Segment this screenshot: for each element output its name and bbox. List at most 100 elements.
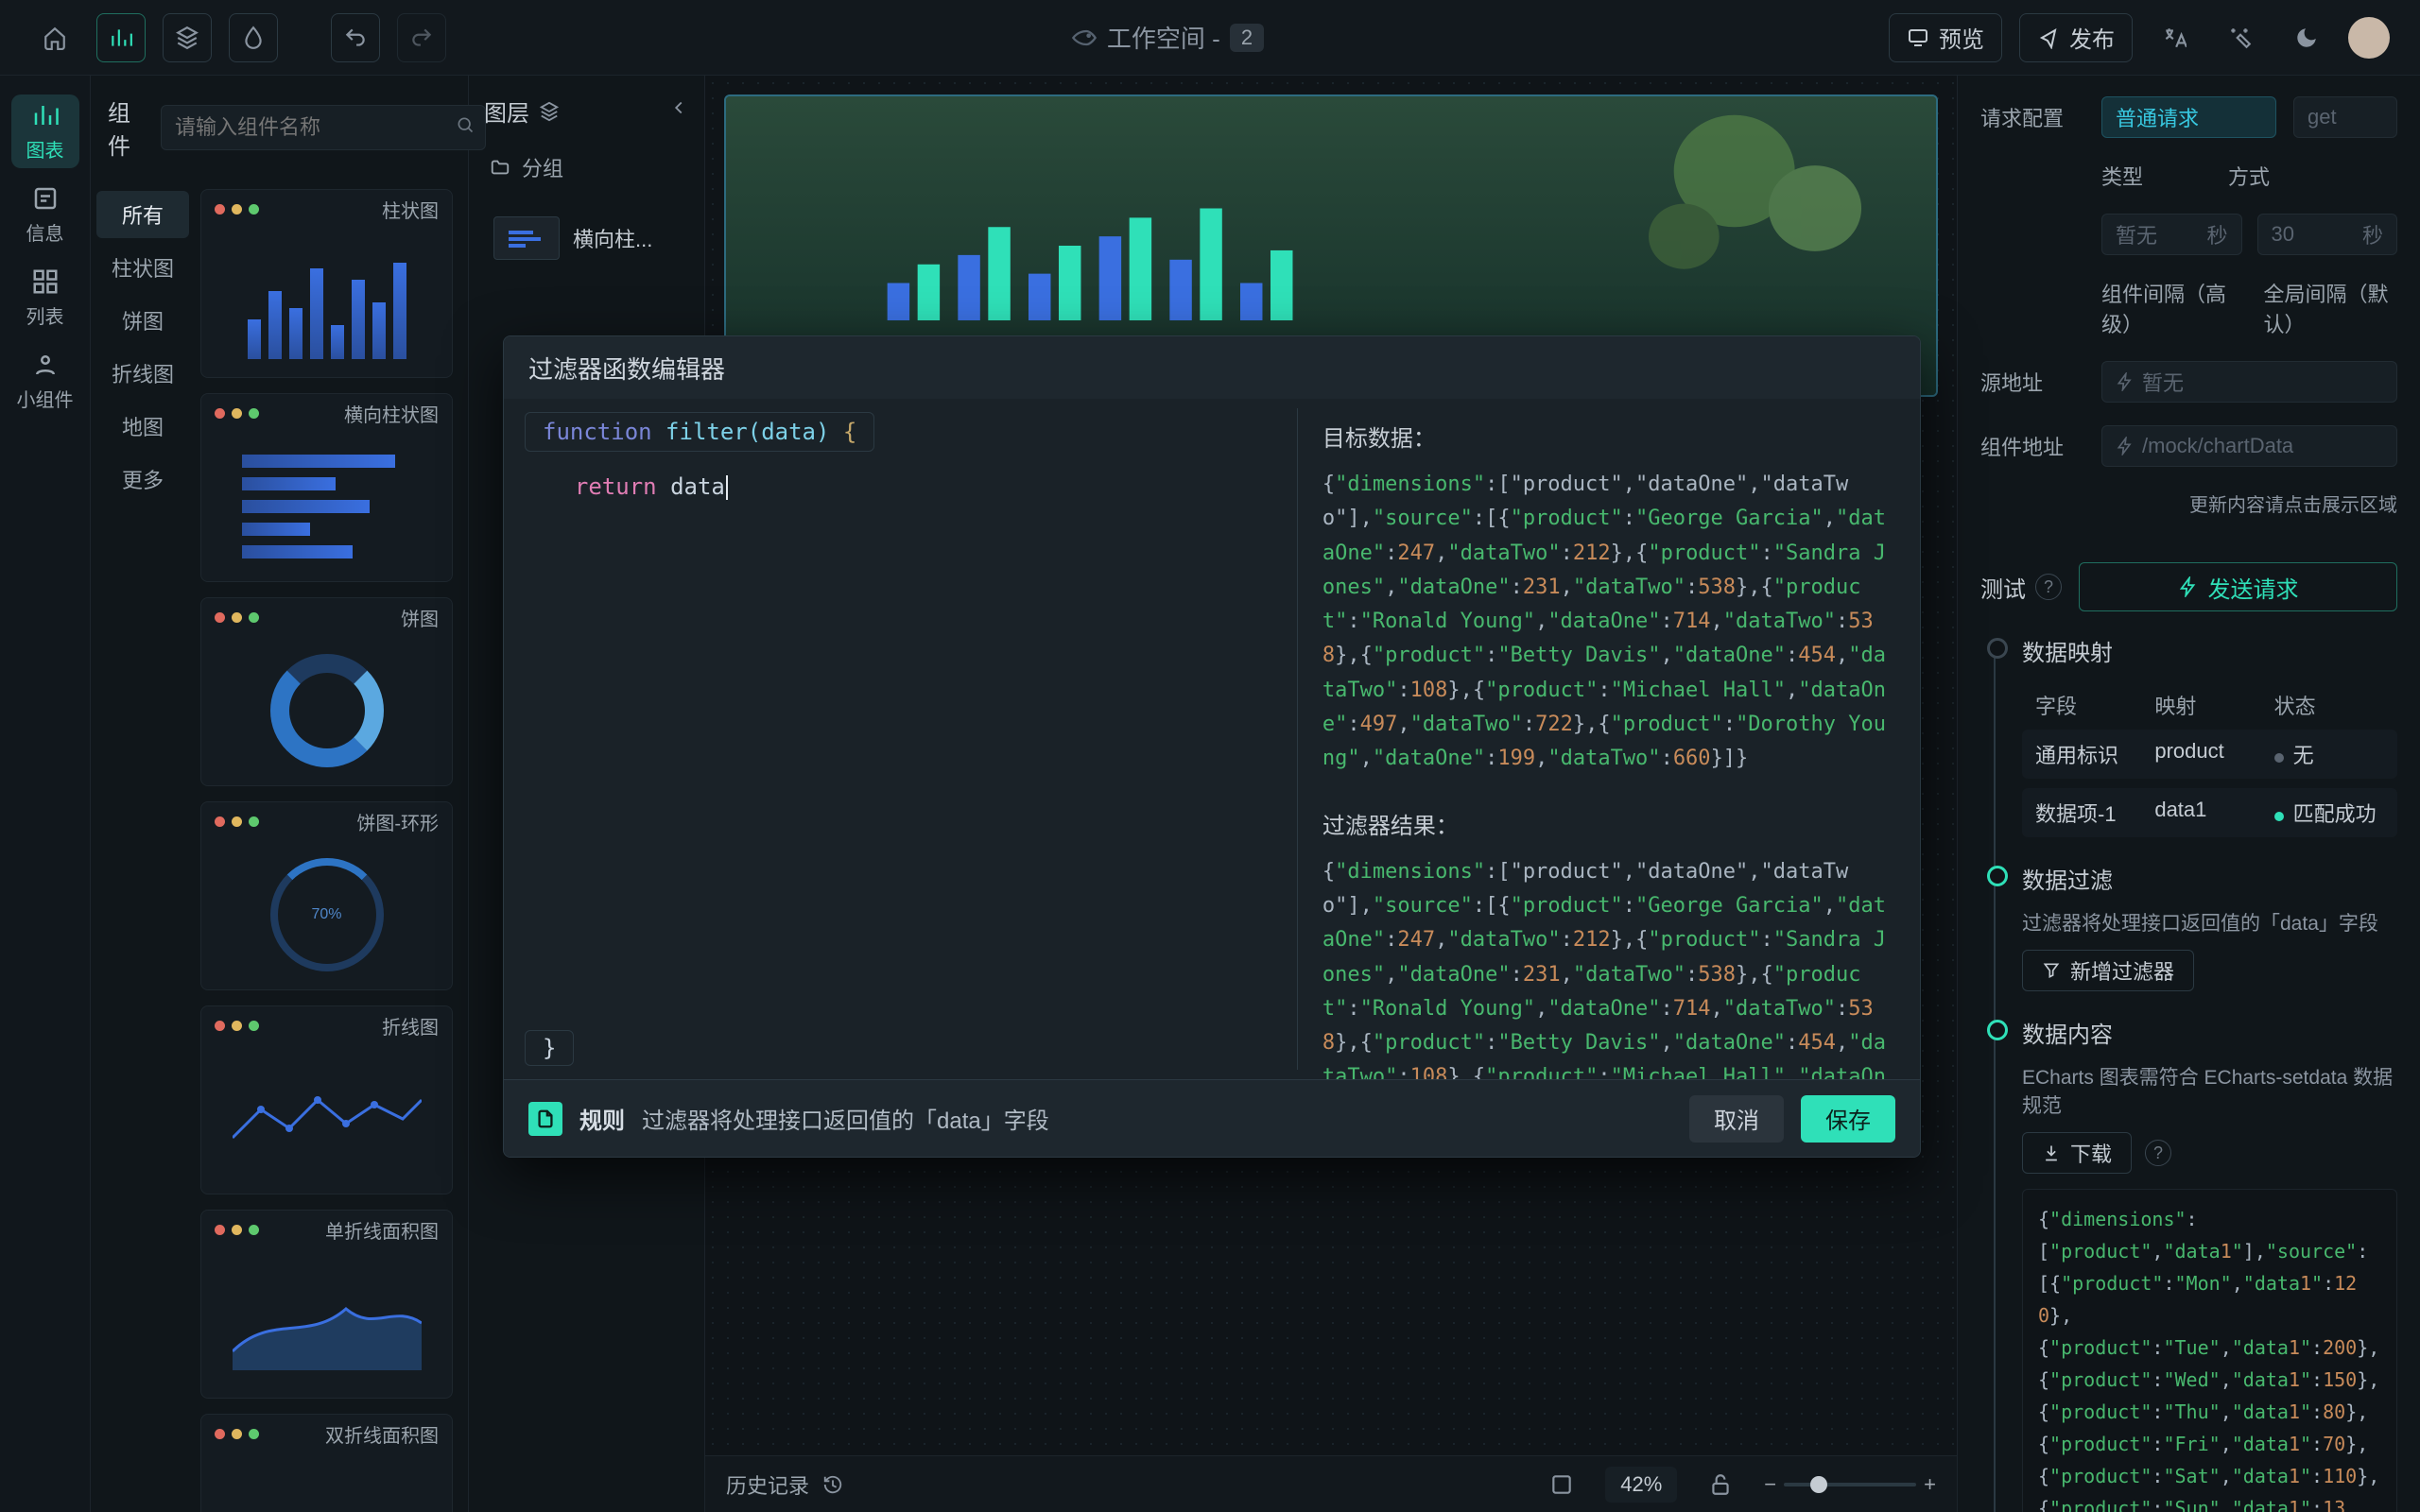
rule-icon	[528, 1102, 562, 1136]
comp-card-bar[interactable]: 柱状图	[200, 189, 453, 378]
publish-label: 发布	[2069, 21, 2115, 54]
modal-title: 过滤器函数编辑器	[504, 336, 1920, 399]
comp-addr-input[interactable]: /mock/chartData	[2101, 425, 2397, 467]
rail-chart[interactable]: 图表	[11, 94, 79, 168]
home-icon-button[interactable]	[30, 13, 79, 62]
card-title-donut: 饼图-环形	[356, 808, 439, 835]
component-categories: 所有 柱状图 饼图 折线图 地图 更多	[91, 180, 195, 1512]
cat-line[interactable]: 折线图	[96, 350, 189, 397]
filter-editor-modal: 过滤器函数编辑器 function filter(data) { return …	[503, 335, 1921, 1158]
filter-desc: 过滤器将处理接口返回值的「data」字段	[2022, 908, 2397, 936]
history-icon	[822, 1474, 843, 1495]
source-addr-input[interactable]: 暂无	[2101, 361, 2397, 403]
test-label: 测试	[1980, 571, 2026, 604]
chart-mode-button[interactable]	[96, 13, 146, 62]
card-title-area2: 双折线面积图	[325, 1420, 439, 1448]
workspace-title: 工作空间 - 2	[446, 20, 1889, 55]
comp-card-area[interactable]: 单折线面积图	[200, 1210, 453, 1399]
component-interval-input[interactable]: 暂无秒	[2101, 214, 2242, 255]
download-button[interactable]: 下载	[2022, 1132, 2132, 1174]
zoom-lock-button[interactable]	[1696, 1460, 1745, 1509]
cat-map[interactable]: 地图	[96, 403, 189, 450]
mapping-row: 数据项-1 data1 匹配成功	[2022, 788, 2397, 837]
cat-pie[interactable]: 饼图	[96, 297, 189, 344]
cat-all[interactable]: 所有	[96, 191, 189, 238]
rail-info[interactable]: 信息	[11, 178, 79, 251]
filter-title: 数据过滤	[2022, 862, 2397, 895]
layers-mode-button[interactable]	[163, 13, 212, 62]
card-title-bar: 柱状图	[382, 196, 439, 223]
comp-card-area2[interactable]: 双折线面积图	[200, 1414, 453, 1512]
map-col-field: 字段	[2035, 690, 2145, 720]
map-col-status: 状态	[2274, 690, 2384, 720]
save-button[interactable]: 保存	[1801, 1095, 1895, 1143]
send-request-label: 发送请求	[2208, 571, 2299, 604]
rail-info-label: 信息	[26, 218, 64, 246]
request-type-select[interactable]: 普通请求	[2101, 96, 2276, 138]
request-method-select[interactable]: get	[2293, 96, 2397, 138]
send-request-button[interactable]: 发送请求	[2079, 562, 2397, 611]
download-label: 下载	[2070, 1138, 2112, 1168]
help-icon[interactable]: ?	[2145, 1140, 2171, 1166]
add-filter-label: 新增过滤器	[2070, 955, 2174, 986]
layers-icon	[539, 101, 560, 122]
rail-chart-label: 图表	[26, 135, 64, 163]
components-panel: 组件 所有 柱状图 饼图 折线图 地图 更多 柱状图	[91, 76, 469, 1512]
comp-card-donut[interactable]: 饼图-环形 70%	[200, 801, 453, 990]
canvas-footer: 历史记录 42% −+	[705, 1455, 1957, 1512]
code-editor[interactable]: function filter(data) { return data }	[504, 399, 1297, 1079]
layer-item[interactable]: 横向柱...	[484, 207, 689, 269]
global-interval-input[interactable]: 30秒	[2257, 214, 2398, 255]
preview-button[interactable]: 预览	[1889, 13, 2002, 62]
comp-card-line[interactable]: 折线图	[200, 1005, 453, 1194]
add-filter-button[interactable]: 新增过滤器	[2022, 950, 2194, 991]
rule-text: 过滤器将处理接口返回值的「data」字段	[642, 1102, 1049, 1135]
map-col-map: 映射	[2154, 690, 2264, 720]
rail-widget[interactable]: 小组件	[11, 344, 79, 418]
drop-mode-button[interactable]	[229, 13, 278, 62]
help-icon[interactable]: ?	[2035, 574, 2062, 600]
component-search-input[interactable]	[161, 105, 486, 150]
zoom-slider[interactable]: −+	[1764, 1472, 1936, 1497]
source-addr-label: 源地址	[1980, 367, 2084, 397]
filter-icon	[2042, 961, 2061, 980]
comp-card-hbar[interactable]: 横向柱状图	[200, 393, 453, 582]
cat-bar[interactable]: 柱状图	[96, 244, 189, 291]
layer-group[interactable]: 分组	[484, 145, 689, 190]
properties-panel: 请求配置 普通请求 get 类型 方式 暂无秒 30秒 组件间隔（高级） 全局间…	[1957, 76, 2420, 1512]
cat-more[interactable]: 更多	[96, 455, 189, 503]
avatar[interactable]	[2348, 17, 2390, 59]
method-sublabel: 方式	[2228, 161, 2270, 191]
magic-button[interactable]	[2216, 13, 2265, 62]
type-sublabel: 类型	[2101, 161, 2143, 191]
fit-screen-button[interactable]	[1537, 1460, 1586, 1509]
translate-button[interactable]	[2150, 13, 2199, 62]
rail-widget-label: 小组件	[17, 385, 74, 412]
zoom-value[interactable]: 42%	[1605, 1467, 1677, 1503]
content-desc: ECharts 图表需符合 ECharts-setdata 数据规范	[2022, 1062, 2397, 1119]
layer-group-label: 分组	[522, 152, 563, 182]
comp-interval-label: 组件间隔（高级）	[2101, 278, 2236, 338]
comp-addr-label: 组件地址	[1980, 431, 2084, 461]
cancel-button[interactable]: 取消	[1689, 1095, 1784, 1143]
theme-toggle-button[interactable]	[2282, 13, 2331, 62]
redo-button[interactable]	[397, 13, 446, 62]
undo-button[interactable]	[331, 13, 380, 62]
comp-card-pie[interactable]: 饼图	[200, 597, 453, 786]
flash-icon	[2116, 372, 2135, 391]
collapse-layers-button[interactable]	[668, 97, 689, 125]
publish-button[interactable]: 发布	[2019, 13, 2133, 62]
content-title: 数据内容	[2022, 1016, 2397, 1049]
refresh-tip[interactable]: 更新内容请点击展示区域	[1980, 490, 2397, 517]
monitor-icon	[1907, 26, 1929, 49]
card-title-hbar: 横向柱状图	[344, 400, 439, 427]
global-interval-label: 全局间隔（默认）	[2264, 278, 2398, 338]
filter-result-code: {"dimensions":["product","dataOne","data…	[1322, 855, 1895, 1079]
card-title-line: 折线图	[382, 1012, 439, 1040]
category-rail: 图表 信息 列表 小组件	[0, 76, 91, 1512]
rail-list[interactable]: 列表	[11, 261, 79, 335]
request-config-label: 请求配置	[1980, 102, 2084, 132]
fn-signature: function filter(data) {	[525, 412, 874, 452]
target-data-code: {"dimensions":["product","dataOne","data…	[1322, 468, 1895, 777]
mapping-title: 数据映射	[2022, 634, 2397, 667]
